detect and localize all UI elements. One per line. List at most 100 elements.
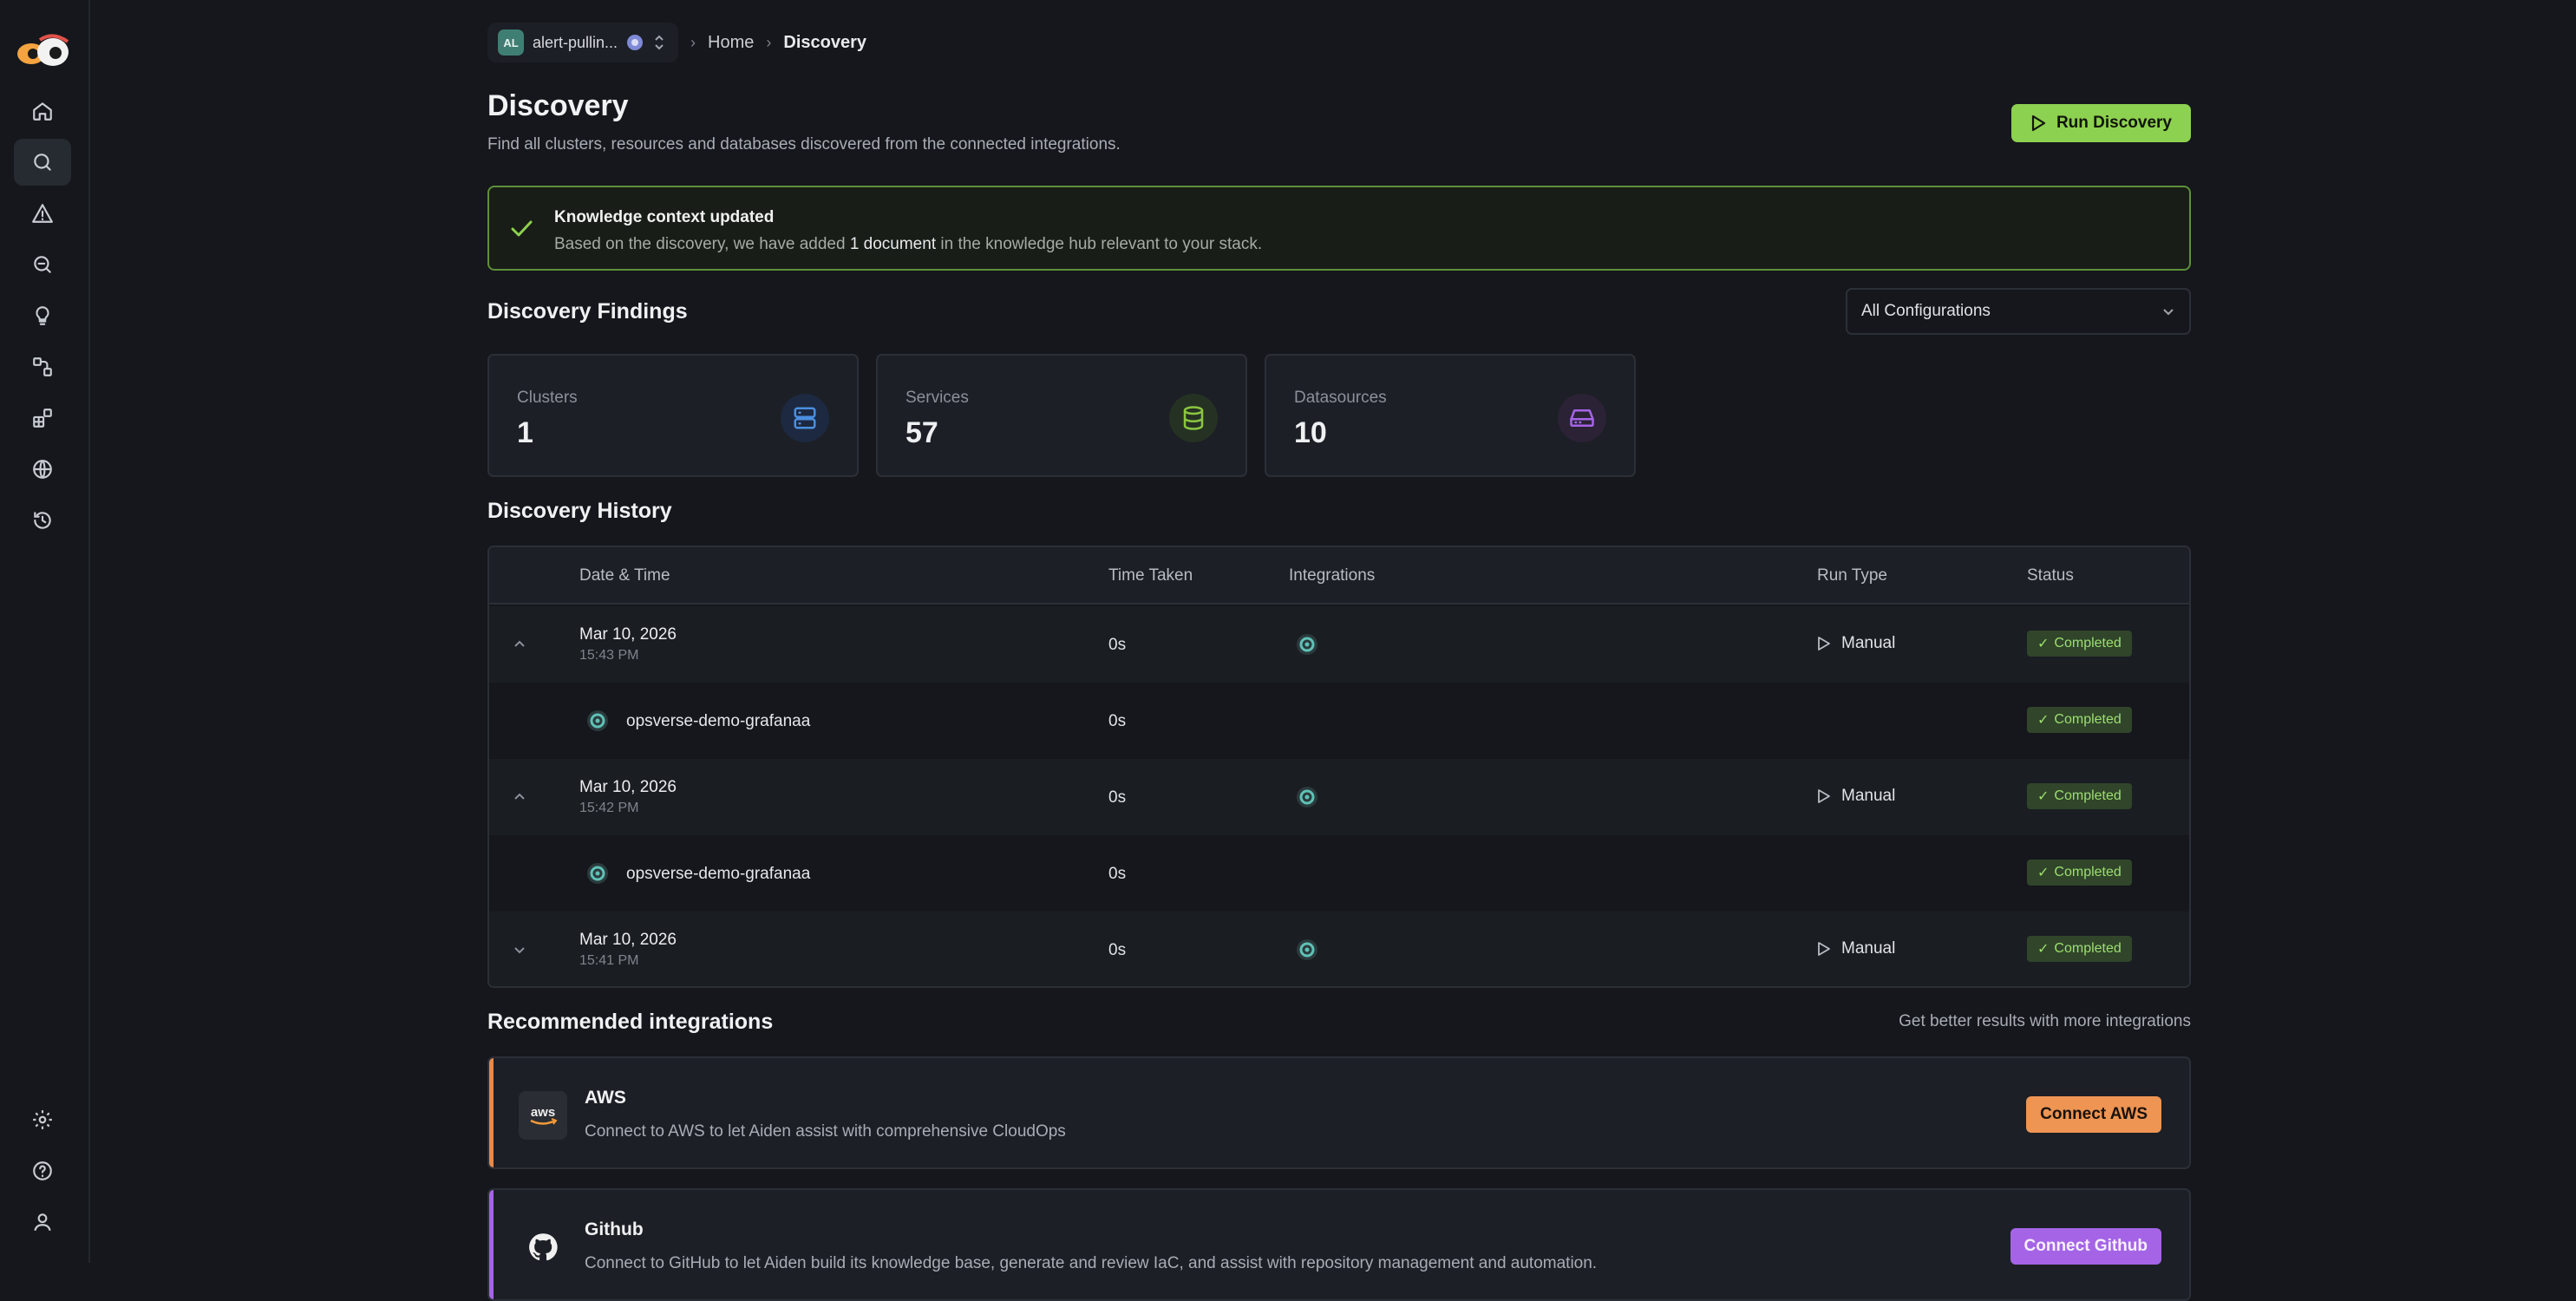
- nav-help[interactable]: [14, 1147, 71, 1194]
- run-type: Manual: [1817, 787, 1895, 806]
- chevron-up-icon[interactable]: [510, 788, 529, 807]
- status-badge: ✓ Completed: [2027, 783, 2132, 809]
- nav-insights[interactable]: [14, 292, 71, 339]
- play-icon: [2031, 114, 2046, 132]
- alert-triangle-icon: [32, 204, 53, 223]
- run-date: Mar 10, 2026: [579, 778, 677, 796]
- configuration-select-value: All Configurations: [1861, 302, 1991, 320]
- integration-name: opsverse-demo-grafanaa: [626, 865, 811, 883]
- history-title: Discovery History: [487, 499, 672, 523]
- integration-description: Connect to AWS to let Aiden assist with …: [585, 1122, 1066, 1141]
- svg-text:aws: aws: [531, 1105, 555, 1120]
- github-logo-icon: [519, 1223, 567, 1272]
- run-time: 15:41 PM: [579, 953, 639, 968]
- chevron-up-down-icon: [655, 35, 664, 50]
- breadcrumb-home[interactable]: Home: [708, 33, 754, 53]
- time-taken: 0s: [1108, 636, 1127, 654]
- time-taken: 0s: [1108, 941, 1127, 959]
- integration-card-github: Github Connect to GitHub to let Aiden bu…: [487, 1188, 2191, 1301]
- column-header[interactable]: Time Taken: [1108, 566, 1193, 585]
- card-accent: [489, 1058, 494, 1167]
- grafana-icon: [1297, 787, 1317, 807]
- nav-home[interactable]: [14, 88, 71, 134]
- nav-globe[interactable]: [14, 446, 71, 493]
- history-icon: [34, 512, 51, 529]
- nav-alerts[interactable]: [14, 190, 71, 237]
- breadcrumb: AL alert-pullin... › Home › Discovery: [487, 23, 866, 62]
- nav-profile[interactable]: [14, 1199, 71, 1245]
- nav-workflows[interactable]: [14, 343, 71, 390]
- stat-label: Services: [906, 389, 969, 407]
- sidebar: [0, 0, 90, 1263]
- stat-card-datasources: Datasources 10: [1265, 354, 1636, 477]
- lightbulb-icon: [36, 306, 49, 325]
- grafana-icon: [587, 710, 608, 731]
- play-icon: [1818, 637, 1830, 650]
- chevron-down-icon[interactable]: [510, 940, 529, 959]
- time-taken: 0s: [1108, 865, 1127, 883]
- knowledge-notice: Knowledge context updated Based on the d…: [487, 186, 2191, 271]
- table-header: Date & Time Time Taken Integrations Run …: [489, 547, 2189, 605]
- findings-title: Discovery Findings: [487, 299, 688, 324]
- notice-document-link[interactable]: 1 document: [850, 235, 936, 253]
- configuration-select[interactable]: All Configurations: [1846, 288, 2191, 335]
- hard-drive-icon: [1570, 409, 1594, 427]
- page-subtitle: Find all clusters, resources and databas…: [487, 135, 1121, 154]
- table-subrow: opsverse-demo-grafanaa 0s ✓ Completed: [489, 835, 2189, 912]
- run-discovery-button[interactable]: Run Discovery: [2010, 104, 2191, 142]
- nav-integrations[interactable]: [14, 395, 71, 441]
- app-logo[interactable]: [14, 33, 73, 71]
- column-header[interactable]: Status: [2027, 566, 2074, 585]
- recommended-note: Get better results with more integration…: [1899, 1012, 2191, 1030]
- column-header[interactable]: Integrations: [1289, 566, 1375, 585]
- connect-github-button[interactable]: Connect Github: [2010, 1228, 2161, 1265]
- run-time: 15:43 PM: [579, 648, 639, 663]
- page-title: Discovery: [487, 89, 629, 122]
- play-icon: [1818, 789, 1830, 803]
- notice-text: Based on the discovery, we have added 1 …: [554, 235, 1263, 253]
- help-icon: [33, 1161, 52, 1180]
- run-time: 15:42 PM: [579, 801, 639, 815]
- main-content: AL alert-pullin... › Home › Discovery Di…: [487, 0, 2191, 1301]
- table-row[interactable]: Mar 10, 2026 15:42 PM 0s Manual ✓ Comple…: [489, 759, 2189, 835]
- card-accent: [489, 1190, 494, 1299]
- org-status-icon: [627, 35, 644, 50]
- run-type: Manual: [1817, 939, 1895, 958]
- integration-card-aws: aws AWS Connect to AWS to let Aiden assi…: [487, 1056, 2191, 1169]
- status-badge: ✓ Completed: [2027, 860, 2132, 886]
- column-header[interactable]: Date & Time: [579, 566, 670, 585]
- org-name: alert-pullin...: [533, 33, 618, 51]
- integration-description: Connect to GitHub to let Aiden build its…: [585, 1254, 1598, 1272]
- time-taken: 0s: [1108, 788, 1127, 807]
- nav-discovery[interactable]: [14, 139, 71, 186]
- nav-investigations[interactable]: [14, 241, 71, 288]
- run-discovery-label: Run Discovery: [2056, 114, 2172, 132]
- run-date: Mar 10, 2026: [579, 931, 677, 949]
- table-row[interactable]: Mar 10, 2026 15:41 PM 0s Manual ✓ Comple…: [489, 912, 2189, 986]
- org-switcher[interactable]: AL alert-pullin...: [487, 23, 679, 62]
- stat-icon-datasources: [1558, 394, 1606, 442]
- chevron-right-icon: ›: [690, 33, 696, 51]
- integration-name: AWS: [585, 1088, 626, 1108]
- nav-history[interactable]: [14, 497, 71, 544]
- chevron-up-icon[interactable]: [510, 635, 529, 654]
- stat-card-clusters: Clusters 1: [487, 354, 859, 477]
- stat-value: 1: [517, 416, 533, 449]
- notice-title: Knowledge context updated: [554, 208, 775, 226]
- table-row[interactable]: Mar 10, 2026 15:43 PM 0s Manual ✓ Comple…: [489, 606, 2189, 683]
- stat-label: Clusters: [517, 389, 578, 407]
- grafana-icon: [587, 863, 608, 884]
- play-icon: [1818, 942, 1830, 956]
- globe-icon: [33, 460, 52, 479]
- recommended-title: Recommended integrations: [487, 1010, 774, 1034]
- nav-settings[interactable]: [14, 1096, 71, 1143]
- grafana-icon: [1297, 939, 1317, 960]
- connect-aws-button[interactable]: Connect AWS: [2026, 1096, 2161, 1133]
- status-badge: ✓ Completed: [2027, 707, 2132, 733]
- chevron-down-icon: [2163, 309, 2174, 316]
- stat-icon-clusters: [781, 394, 829, 442]
- column-header[interactable]: Run Type: [1817, 566, 1887, 585]
- search-icon: [34, 154, 51, 171]
- integrations-icon: [33, 409, 52, 428]
- user-icon: [34, 1213, 51, 1232]
